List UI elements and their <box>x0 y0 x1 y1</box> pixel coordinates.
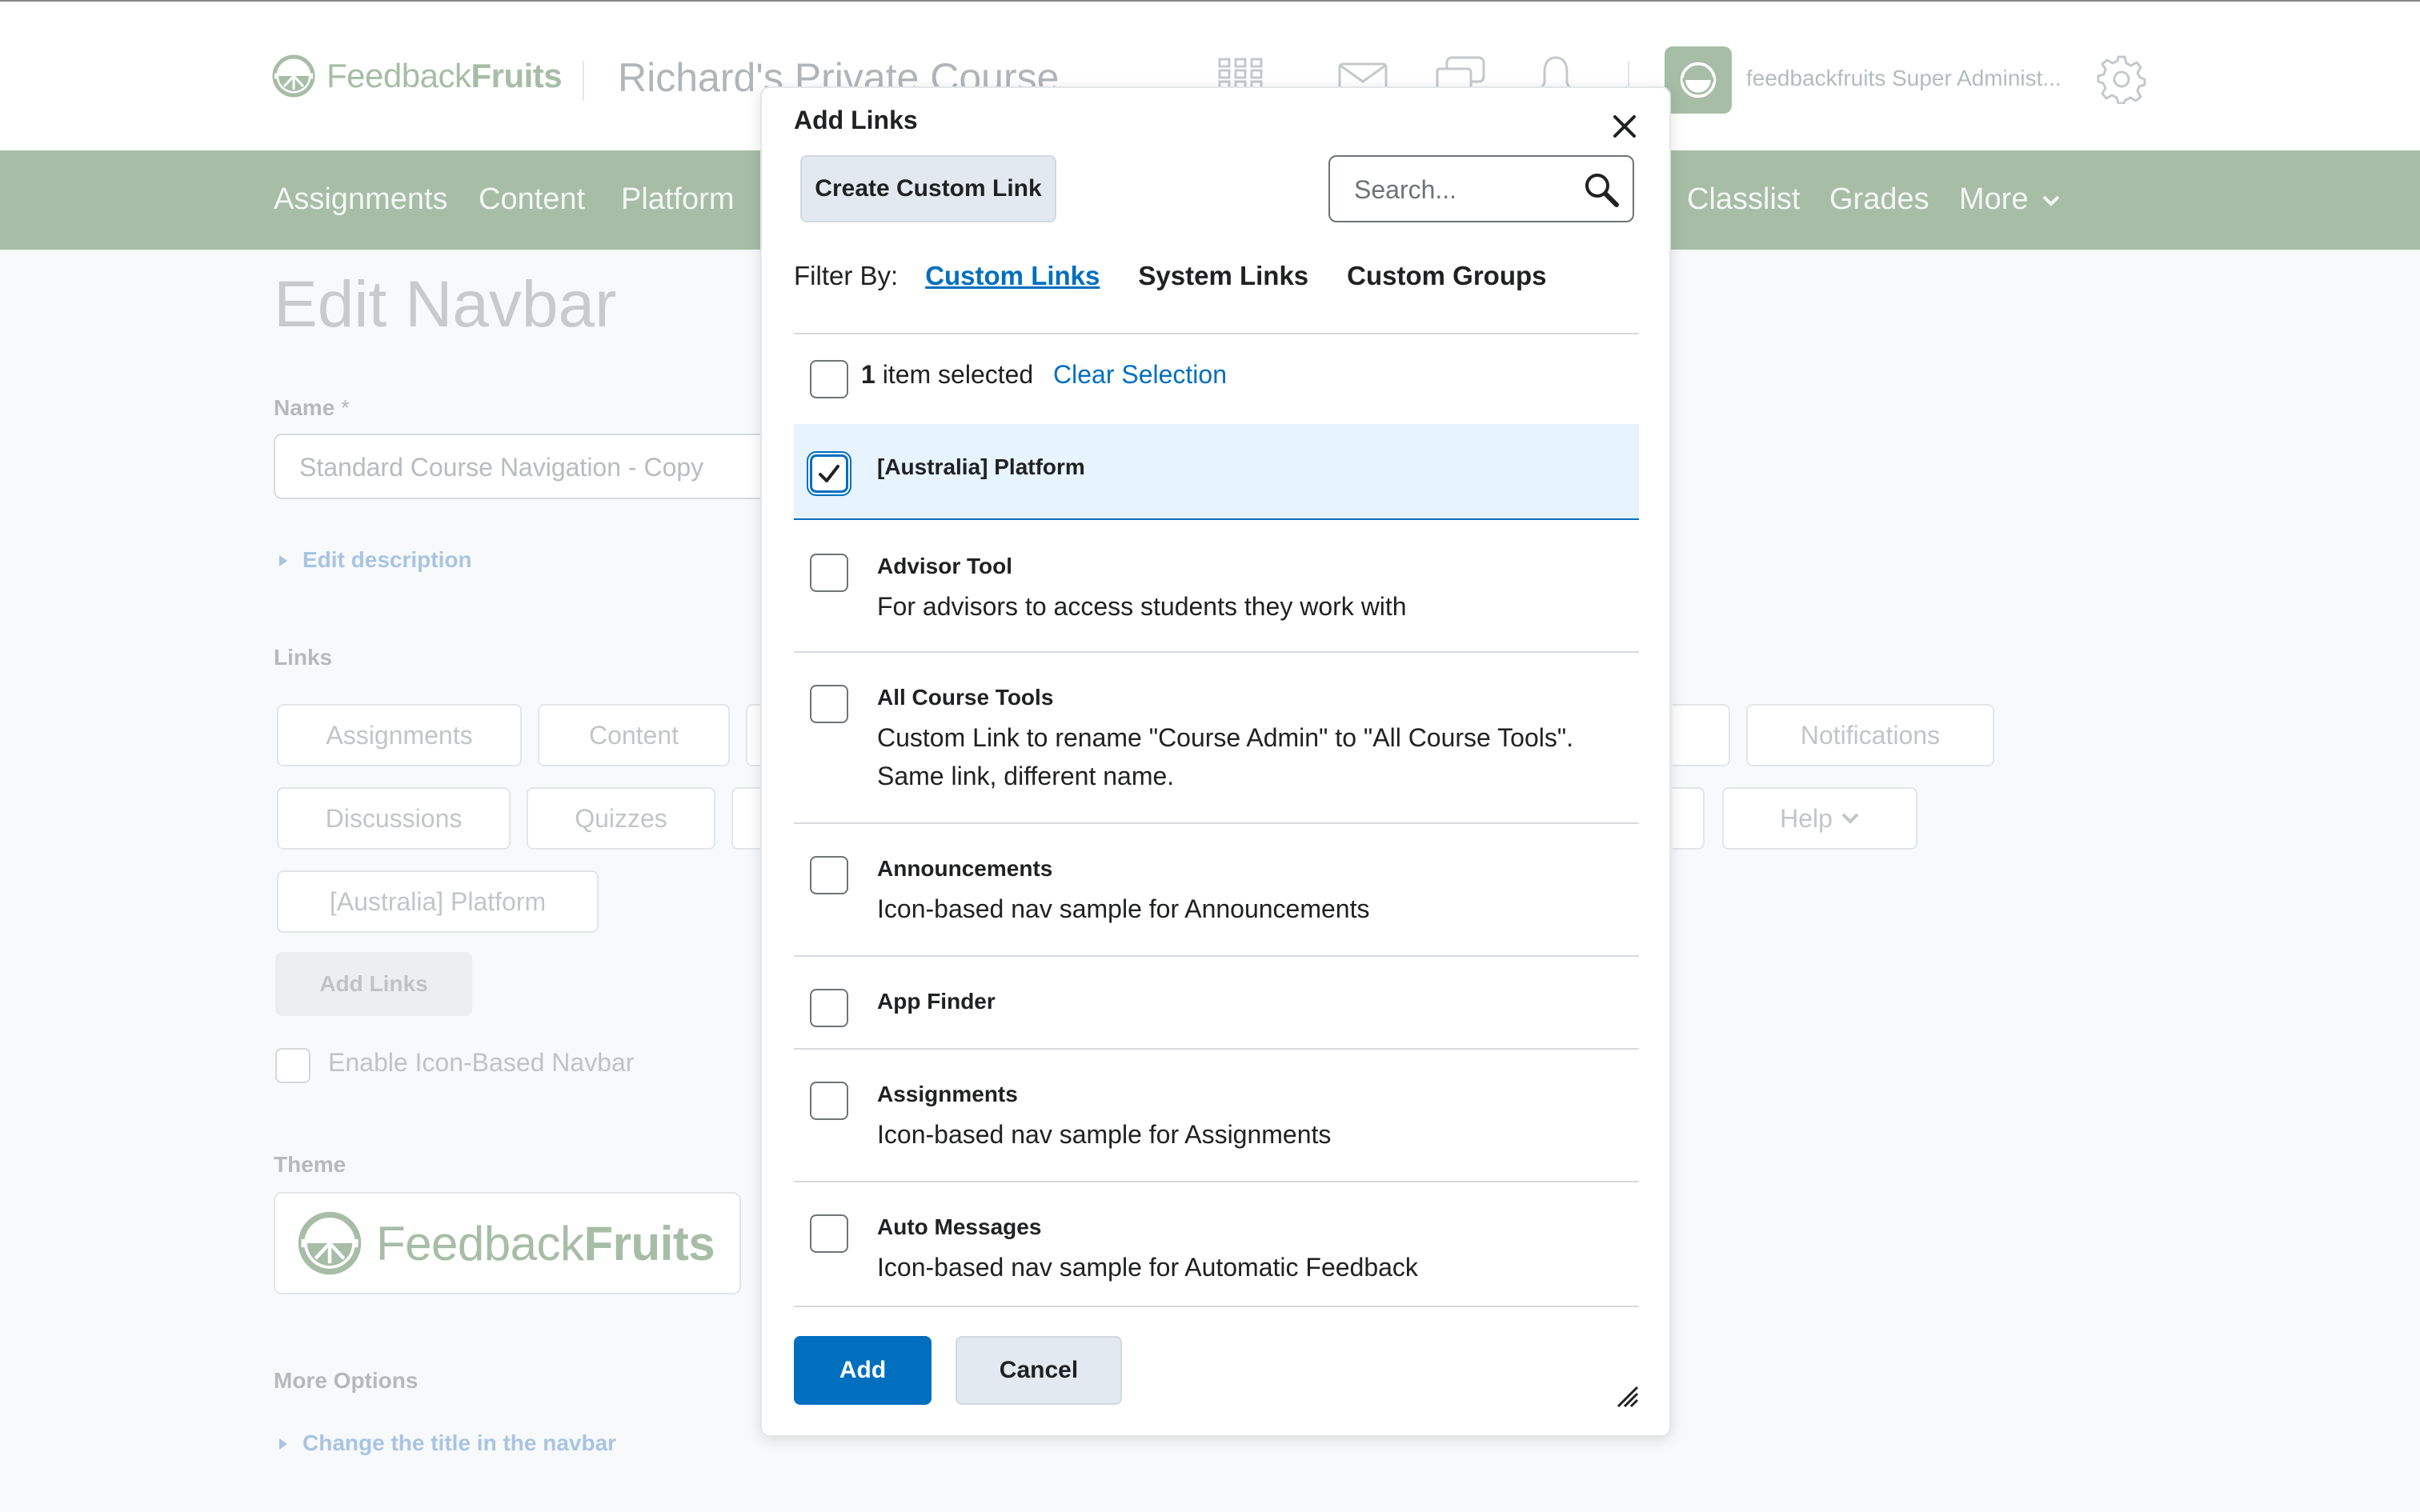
list-item[interactable]: All Course Tools Custom Link to rename "… <box>794 653 1639 822</box>
change-title-label: Change the title in the navbar <box>302 1430 617 1455</box>
close-icon[interactable] <box>1609 110 1641 142</box>
dialog-title: Add Links <box>794 106 918 134</box>
fruit-logo-icon <box>272 54 315 98</box>
theme-logo-text-bold: Fruits <box>583 1216 715 1270</box>
edit-description-link[interactable]: Edit description <box>278 547 472 573</box>
chevron-down-icon <box>2042 195 2060 206</box>
icon-navbar-checkbox[interactable] <box>275 1048 311 1083</box>
logo-text-bold: Fruits <box>471 57 563 94</box>
clear-selection-link[interactable]: Clear Selection <box>1053 360 1227 390</box>
item-checkbox[interactable] <box>810 454 848 493</box>
feedbackfruits-logo[interactable]: FeedbackFruits <box>272 54 563 98</box>
item-description: Icon-based nav sample for Assignments <box>877 1120 1332 1149</box>
create-custom-link-button[interactable]: Create Custom Link <box>800 155 1056 222</box>
link-chip[interactable]: Notifications <box>1746 704 1994 766</box>
item-title: Announcements <box>877 856 1053 881</box>
edit-description-label: Edit description <box>302 547 472 572</box>
change-title-link[interactable]: Change the title in the navbar <box>278 1430 616 1456</box>
item-title: Assignments <box>877 1082 1018 1106</box>
item-description: Icon-based nav sample for Announcements <box>877 894 1370 923</box>
list-item[interactable]: Announcements Icon-based nav sample for … <box>794 824 1639 955</box>
fruit-logo-icon <box>1680 62 1717 98</box>
nav-content[interactable]: Content <box>479 182 585 217</box>
name-field[interactable]: Standard Course Navigation - Copy <box>274 434 770 499</box>
item-checkbox[interactable] <box>810 989 848 1027</box>
search-input[interactable] <box>1352 171 1572 208</box>
item-description: Custom Link to rename "Course Admin" to … <box>877 723 1574 790</box>
item-title: [Australia] Platform <box>877 454 1085 479</box>
item-checkbox[interactable] <box>810 685 848 723</box>
list-item[interactable]: Auto Messages Icon-based nav sample for … <box>794 1182 1639 1314</box>
add-links-dialog: Add Links Create Custom Link Filter By: … <box>760 86 1671 1437</box>
more-options-label: More Options <box>274 1368 419 1393</box>
add-links-button[interactable]: Add Links <box>275 952 472 1016</box>
list-item[interactable]: Assignments Icon-based nav sample for As… <box>794 1050 1639 1181</box>
filter-system-links[interactable]: System Links <box>1138 261 1308 291</box>
search-box[interactable] <box>1328 155 1634 222</box>
checkmark-icon <box>819 465 839 482</box>
name-label-text: Name <box>274 395 335 420</box>
link-chip[interactable]: Assignments <box>277 704 522 766</box>
links-label: Links <box>274 645 333 670</box>
fruit-logo-icon <box>298 1211 362 1275</box>
logo-text-light: Feedback <box>327 57 471 94</box>
required-marker: * <box>341 395 350 420</box>
divider <box>794 333 1639 334</box>
icon-navbar-label: Enable Icon-Based Navbar <box>328 1048 635 1077</box>
link-chip[interactable]: Quizzes <box>527 787 715 850</box>
add-button[interactable]: Add <box>794 1336 932 1405</box>
filter-bar: Filter By: Custom Links System Links Cus… <box>794 261 1585 291</box>
item-checkbox[interactable] <box>810 1214 848 1253</box>
item-title: All Course Tools <box>877 685 1054 710</box>
list-item[interactable]: [Australia] Platform <box>794 424 1639 520</box>
nav-assignments[interactable]: Assignments <box>274 182 448 217</box>
selected-count-number: 1 <box>861 360 875 389</box>
selection-count: 1 item selected <box>861 360 1033 390</box>
link-chip-help[interactable]: Help <box>1722 787 1917 850</box>
list-item[interactable]: App Finder <box>794 957 1639 1048</box>
selected-count-suffix: item selected <box>882 360 1034 389</box>
search-icon[interactable] <box>1583 171 1620 208</box>
chevron-down-icon <box>1841 813 1859 824</box>
grid-icon[interactable] <box>1218 58 1263 90</box>
link-chip-partial[interactable] <box>1673 787 1705 850</box>
item-title: Auto Messages <box>877 1214 1042 1239</box>
nav-platform[interactable]: Platform <box>621 182 734 217</box>
item-checkbox[interactable] <box>810 554 848 592</box>
filter-custom-groups[interactable]: Custom Groups <box>1347 261 1546 291</box>
nav-more[interactable]: More <box>1959 182 2061 217</box>
link-chip[interactable]: [Australia] Platform <box>277 870 599 933</box>
link-chip[interactable]: Content <box>538 704 730 766</box>
link-chip-partial[interactable] <box>1673 704 1730 766</box>
item-description: For advisors to access students they wor… <box>877 592 1407 621</box>
list-item[interactable]: Advisor Tool For advisors to access stud… <box>794 520 1639 651</box>
admin-avatar[interactable] <box>1665 46 1732 114</box>
filter-label: Filter By: <box>794 261 899 290</box>
link-chip[interactable]: Discussions <box>277 787 511 850</box>
item-description: Icon-based nav sample for Automatic Feed… <box>877 1253 1418 1282</box>
name-label: Name * <box>274 395 350 421</box>
resize-handle-icon[interactable] <box>1615 1384 1639 1408</box>
nav-classlist[interactable]: Classlist <box>1687 182 1800 217</box>
admin-name[interactable]: feedbackfruits Super Administ... <box>1746 66 2061 91</box>
page-title: Edit Navbar <box>274 268 617 341</box>
item-title: Advisor Tool <box>877 554 1013 578</box>
nav-more-label: More <box>1959 182 2029 216</box>
nav-grades[interactable]: Grades <box>1829 182 1929 217</box>
select-all-checkbox[interactable] <box>810 360 848 398</box>
gear-icon[interactable] <box>2097 54 2146 104</box>
help-chip-label: Help <box>1780 803 1833 833</box>
caret-right-icon <box>279 1438 287 1450</box>
item-checkbox[interactable] <box>810 856 848 894</box>
filter-custom-links[interactable]: Custom Links <box>925 261 1100 291</box>
divider <box>794 1306 1639 1307</box>
theme-preview[interactable]: FeedbackFruits <box>274 1192 741 1294</box>
item-checkbox[interactable] <box>810 1082 848 1120</box>
theme-label: Theme <box>274 1152 347 1177</box>
cancel-button[interactable]: Cancel <box>956 1336 1122 1405</box>
theme-logo-text-light: Feedback <box>376 1216 584 1270</box>
item-title: App Finder <box>877 989 996 1014</box>
header-divider <box>583 61 584 101</box>
caret-right-icon <box>279 555 287 566</box>
